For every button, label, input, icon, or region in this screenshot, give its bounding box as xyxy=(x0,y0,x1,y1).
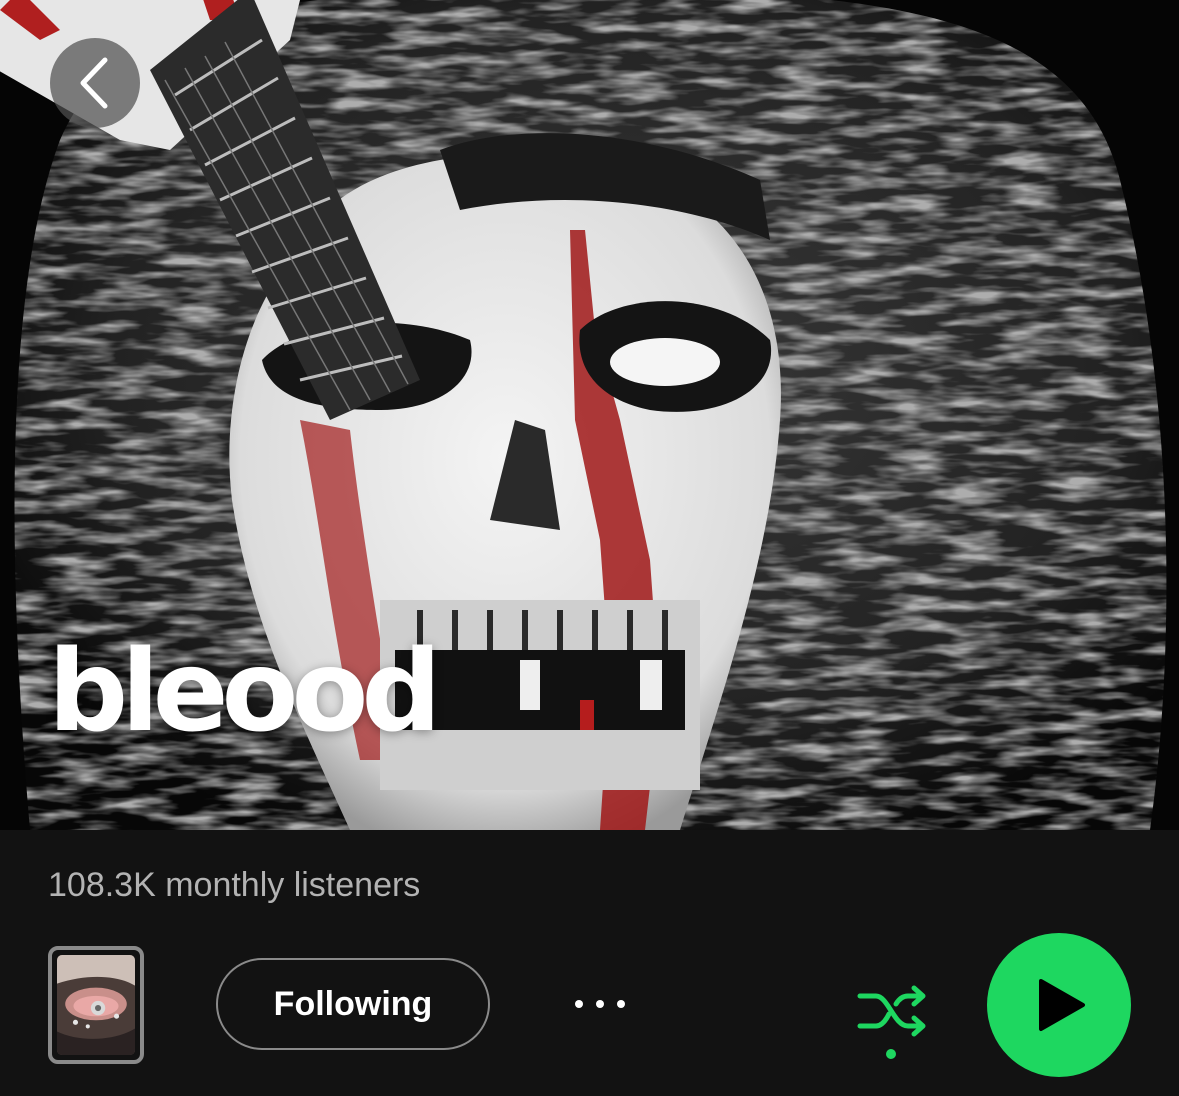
more-horizontal-icon xyxy=(575,1000,583,1008)
artist-name: bleood xyxy=(48,627,442,757)
more-options-button[interactable] xyxy=(562,980,638,1028)
back-button[interactable] xyxy=(50,38,140,128)
artist-pick-image xyxy=(57,955,135,1055)
artist-header: bleood xyxy=(0,0,1179,830)
following-button[interactable]: Following xyxy=(216,958,490,1050)
monthly-listeners: 108.3K monthly listeners xyxy=(48,866,421,904)
shuffle-button[interactable] xyxy=(846,968,936,1064)
artist-pick-thumbnail[interactable] xyxy=(48,946,144,1064)
play-icon xyxy=(1039,979,1085,1031)
shuffle-icon xyxy=(857,985,926,1059)
artist-actions-panel: 108.3K monthly listeners Following xyxy=(0,830,1179,1096)
play-button[interactable] xyxy=(987,933,1131,1077)
chevron-left-icon xyxy=(80,57,108,109)
